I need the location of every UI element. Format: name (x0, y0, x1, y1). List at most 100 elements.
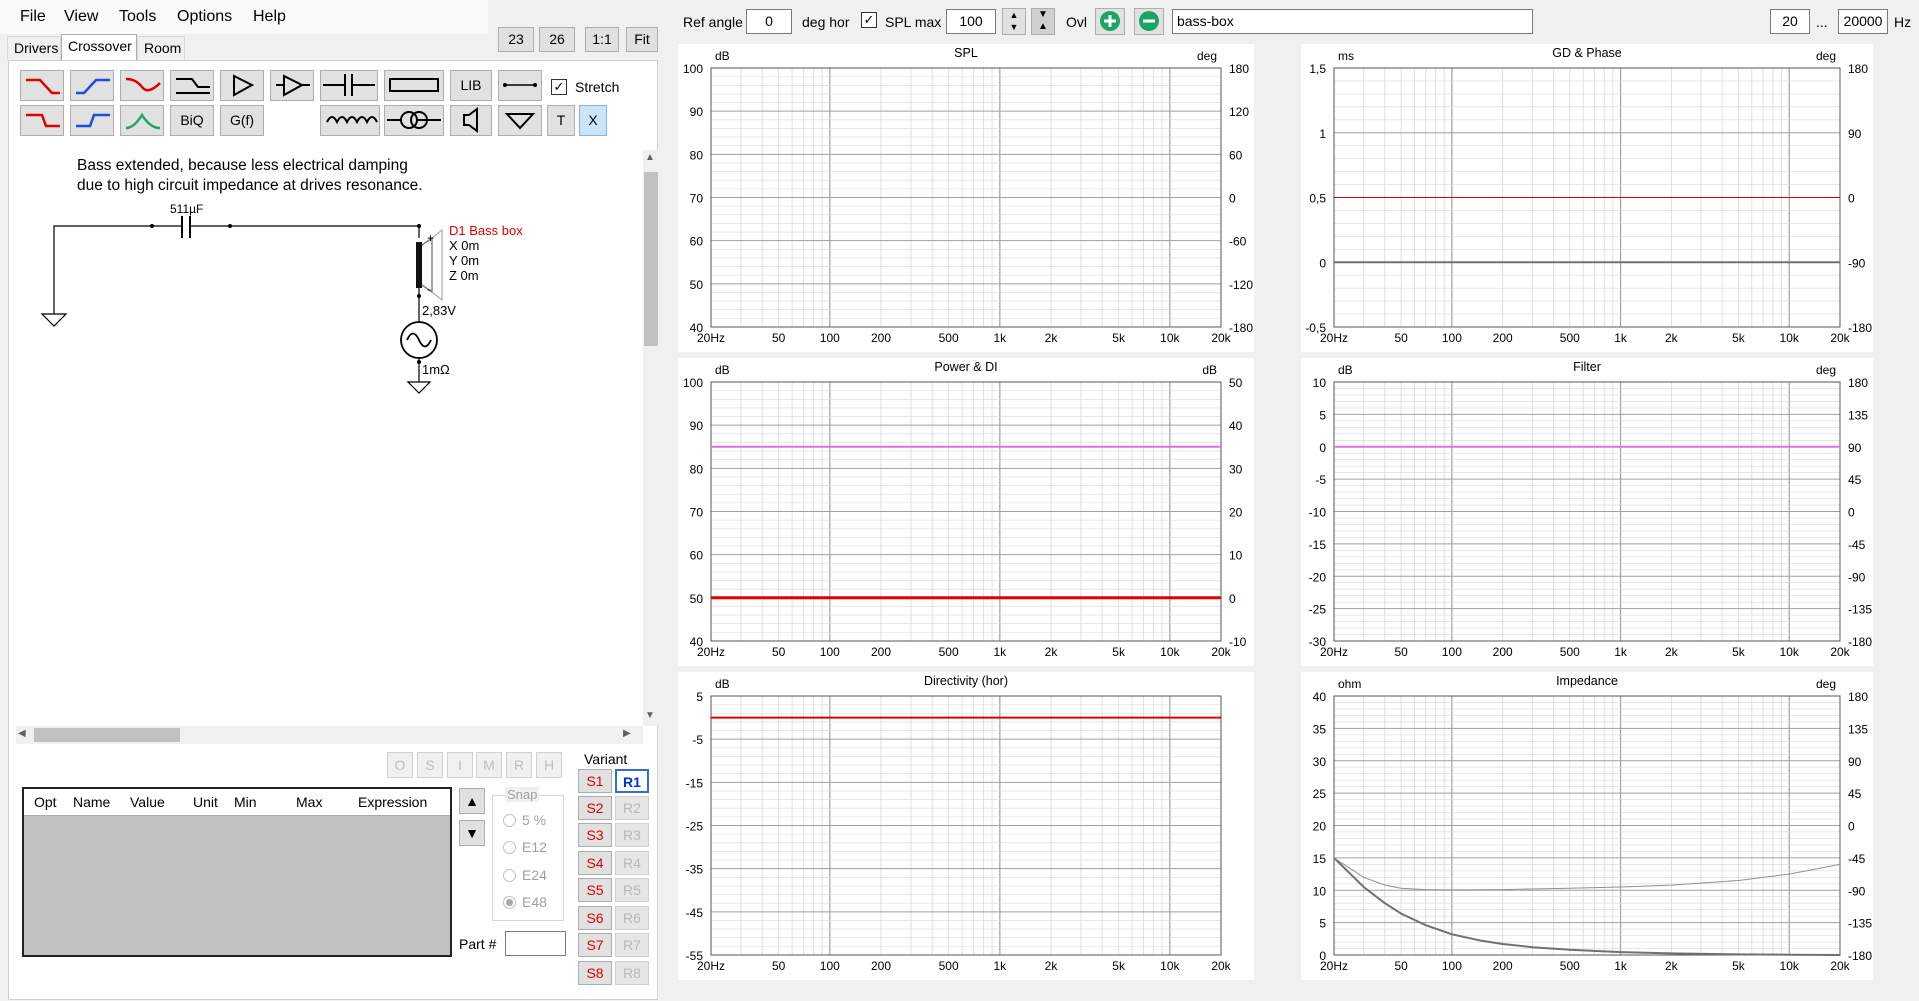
capacitor-button[interactable] (320, 70, 378, 101)
col-value[interactable]: Value (130, 794, 165, 810)
variant-r7-button[interactable]: R7 (615, 933, 649, 957)
variant-r5-button[interactable]: R5 (615, 878, 649, 902)
variant-s5-button[interactable]: S5 (578, 878, 612, 902)
lib-button[interactable]: LIB (450, 70, 492, 101)
opt-r-button[interactable]: R (506, 752, 532, 778)
menu-help[interactable]: Help (253, 8, 286, 26)
variant-s1-button[interactable]: S1 (578, 769, 612, 793)
transformer-button[interactable] (384, 105, 444, 136)
opt-h-button[interactable]: H (536, 752, 562, 778)
opt-o-button[interactable]: O (387, 752, 413, 778)
stretch-checkbox[interactable]: ✓ (551, 79, 567, 95)
tab-drivers[interactable]: Drivers (7, 36, 61, 60)
variant-s3-button[interactable]: S3 (578, 823, 612, 847)
variant-r1-button[interactable]: R1 (615, 769, 649, 793)
lowpass-red-button[interactable] (20, 70, 64, 101)
t-button[interactable]: T (547, 105, 575, 136)
spl-chart[interactable]: 100 90 80 70 60 50 40 180 120 60 0 -60 -120 -180 20Hz 5… (678, 44, 1254, 352)
variant-r3-button[interactable]: R3 (615, 823, 649, 847)
zoom-fit-button[interactable]: Fit (626, 27, 658, 52)
variant-s6-button[interactable]: S6 (578, 906, 612, 930)
power-di-chart[interactable]: 100 90 80 70 60 50 40 50 40 30 20 10 0 -10 20Hz 50 100 20… (678, 358, 1254, 666)
biq-button[interactable]: BiQ (170, 105, 214, 136)
add-overlay-button[interactable] (1095, 8, 1125, 35)
move-down-button[interactable]: ▼ (459, 820, 485, 846)
y2-tick-label: 60 (1229, 148, 1243, 162)
resistor-button[interactable] (384, 70, 444, 101)
menu-tools[interactable]: Tools (119, 8, 156, 26)
col-min[interactable]: Min (234, 794, 257, 810)
col-name[interactable]: Name (73, 794, 110, 810)
speaker-button[interactable] (450, 105, 492, 136)
driver-name[interactable]: D1 Bass box (449, 223, 523, 238)
snap-option-e48[interactable]: E48 (503, 894, 547, 910)
overlay-name-input[interactable]: bass-box (1172, 9, 1533, 34)
x-button[interactable]: X (579, 105, 607, 136)
zoom-1-1-button[interactable]: 1:1 (585, 27, 619, 52)
move-up-button[interactable]: ▲ (459, 788, 485, 814)
wire-button[interactable] (498, 70, 542, 101)
col-max[interactable]: Max (296, 794, 322, 810)
col-opt[interactable]: Opt (34, 794, 57, 810)
x-tick-label: 200 (1493, 959, 1513, 973)
freq-max-input[interactable]: 20000 (1838, 9, 1888, 34)
variant-r4-button[interactable]: R4 (615, 851, 649, 875)
parts-table[interactable]: Opt Name Value Unit Min Max Expression (22, 787, 452, 957)
vertical-scrollbar[interactable]: ▲ ▼ (643, 150, 659, 726)
variant-r8-button[interactable]: R8 (615, 961, 649, 985)
highpass2-blue-button[interactable] (70, 105, 114, 136)
gd-phase-chart[interactable]: 1,5 1 0,5 0 -0,5 180 90 0 -90 -180 20Hz 50 100 200 500… (1301, 44, 1873, 352)
col-unit[interactable]: Unit (193, 794, 218, 810)
col-expression[interactable]: Expression (358, 794, 427, 810)
vertical-scroll-thumb[interactable] (644, 172, 658, 346)
amplifier-button[interactable] (220, 70, 264, 101)
variant-s8-button[interactable]: S8 (578, 961, 612, 985)
filter-chart[interactable]: 10 5 0 -5 -10 -15 -20 -25 -30 180 135 90 45 0 -45 -90 -1… (1301, 358, 1873, 666)
ref-angle-input[interactable]: 0 (746, 9, 792, 34)
spl-max-spinner[interactable]: ▲ ▼ (1002, 8, 1026, 35)
scroll-left-arrow-icon[interactable]: ◀ (18, 728, 26, 739)
spl-max-input[interactable]: 100 (946, 9, 996, 34)
directivity-chart[interactable]: 5 -5 -15 -25 -35 -45 -55 20Hz 50 100 200 500 1k 2k 5k 1… (678, 672, 1254, 980)
horizontal-scroll-thumb[interactable] (34, 728, 180, 742)
spl-max-checkbox[interactable]: ✓ (861, 12, 877, 28)
snap-option-e24[interactable]: E24 (503, 867, 547, 883)
variant-r2-button[interactable]: R2 (615, 796, 649, 820)
ground-button[interactable] (498, 105, 542, 136)
scroll-down-arrow-icon[interactable]: ▼ (645, 710, 655, 721)
highpass-blue-button[interactable] (70, 70, 114, 101)
horizontal-scrollbar[interactable]: ◀ ▶ (16, 726, 643, 744)
menu-view[interactable]: View (64, 8, 98, 26)
scroll-right-arrow-icon[interactable]: ▶ (623, 728, 631, 739)
menu-options[interactable]: Options (177, 8, 232, 26)
tab-room[interactable]: Room (137, 36, 185, 60)
variant-s7-button[interactable]: S7 (578, 933, 612, 957)
spl-max-fit-button[interactable]: ▼ ▲ (1031, 8, 1055, 35)
impedance-chart[interactable]: 40 35 30 25 20 15 10 5 0 180 135 90 45 0 -45 -90 -135 -18… (1301, 672, 1873, 980)
menu-file[interactable]: File (20, 8, 46, 26)
snap-option-e12[interactable]: E12 (503, 839, 547, 855)
buffer-button[interactable] (270, 70, 314, 101)
opt-i-button[interactable]: I (447, 752, 473, 778)
scroll-up-arrow-icon[interactable]: ▲ (645, 152, 655, 163)
variant-s4-button[interactable]: S4 (578, 851, 612, 875)
gf-button[interactable]: G(f) (220, 105, 264, 136)
notch-red-button[interactable] (120, 70, 164, 101)
schematic-canvas[interactable]: Bass extended, because less electrical d… (16, 150, 643, 720)
tab-crossover[interactable]: Crossover (61, 34, 137, 61)
remove-overlay-button[interactable] (1134, 8, 1164, 35)
freq-min-input[interactable]: 20 (1770, 9, 1810, 34)
x-tick-label: 5k (1112, 645, 1126, 659)
inductor-button[interactable] (320, 105, 380, 136)
variant-r6-button[interactable]: R6 (615, 906, 649, 930)
bandpass-green-button[interactable] (120, 105, 164, 136)
zoom-26-button[interactable]: 26 (539, 27, 575, 52)
zoom-23-button[interactable]: 23 (498, 27, 534, 52)
opt-m-button[interactable]: M (476, 752, 502, 778)
opt-s-button[interactable]: S (417, 752, 443, 778)
snap-option-5[interactable]: 5 % (503, 812, 546, 828)
variant-s2-button[interactable]: S2 (578, 796, 612, 820)
shelf-button[interactable] (170, 70, 214, 101)
part-no-input[interactable] (505, 931, 566, 956)
lowpass2-red-button[interactable] (20, 105, 64, 136)
